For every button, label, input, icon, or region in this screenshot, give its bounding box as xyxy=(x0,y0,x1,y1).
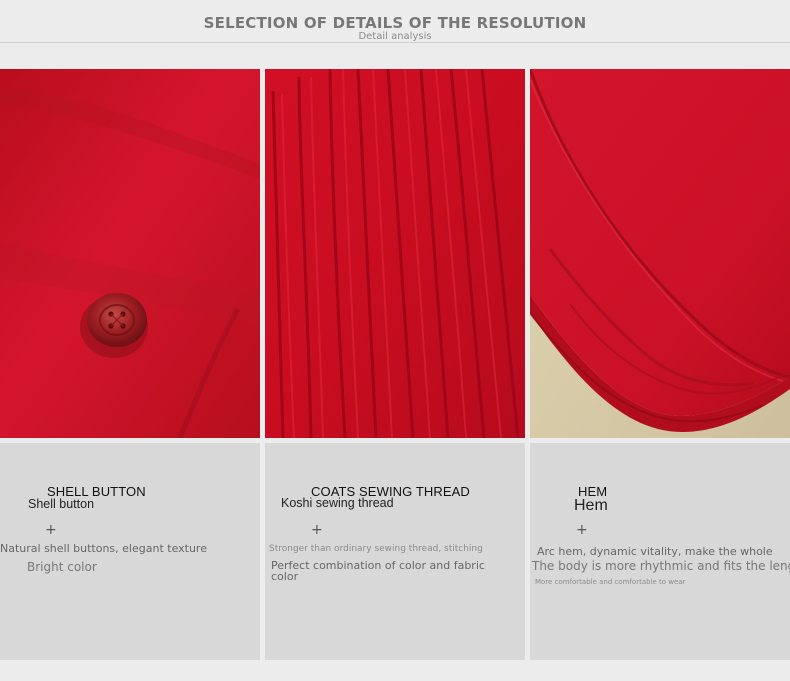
page-subtitle: Detail analysis xyxy=(358,31,432,42)
hem-description-continued: The body is more rhythmic and fits the l… xyxy=(532,559,790,573)
plus-icon: + xyxy=(45,522,57,538)
shell-button-panel: SHELL BUTTON Shell button + Natural shel… xyxy=(0,443,260,660)
shell-button-description: Natural shell buttons, elegant texture xyxy=(0,542,207,555)
shell-button-note: Bright color xyxy=(27,560,97,574)
sewing-thread-panel: COATS SEWING THREAD Koshi sewing thread … xyxy=(265,443,525,660)
hem-panel: HEM Hem + Arc hem, dynamic vitality, mak… xyxy=(530,443,790,660)
shell-button-image xyxy=(0,69,260,438)
page-title: SELECTION OF DETAILS OF THE RESOLUTION xyxy=(203,14,587,32)
detail-page: SELECTION OF DETAILS OF THE RESOLUTION D… xyxy=(0,0,790,681)
pleats-illustration xyxy=(265,69,525,438)
sewing-thread-description: Stronger than ordinary sewing thread, st… xyxy=(269,544,483,554)
title-divider xyxy=(0,42,790,43)
hem-subheading: Hem xyxy=(574,497,608,514)
hem-description: Arc hem, dynamic vitality, make the whol… xyxy=(537,545,773,558)
hem-illustration xyxy=(530,69,790,438)
sewing-thread-image xyxy=(265,69,525,438)
sewing-thread-subheading: Koshi sewing thread xyxy=(281,496,394,510)
sewing-thread-note: Perfect combination of color and fabric … xyxy=(271,559,485,583)
shell-button-subheading: Shell button xyxy=(28,497,95,511)
shell-button-illustration xyxy=(0,69,260,438)
hem-image xyxy=(530,69,790,438)
plus-icon: + xyxy=(311,522,323,538)
hem-comfort-note: More comfortable and comfortable to wear xyxy=(535,578,686,586)
plus-icon: + xyxy=(576,522,588,538)
